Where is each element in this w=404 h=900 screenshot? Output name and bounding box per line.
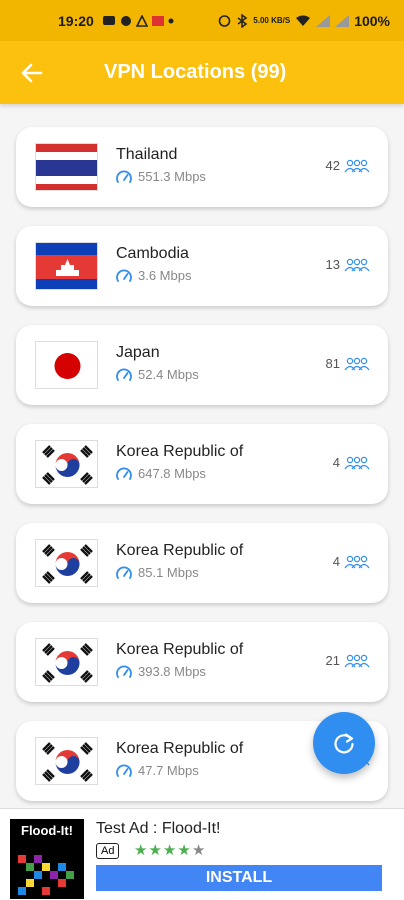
country-name: Japan [116, 344, 160, 361]
ad-app-icon[interactable]: Flood-It! [10, 819, 84, 899]
speed-row: 52.4 Mbps [116, 367, 199, 382]
status-time: 19:20 [58, 12, 94, 29]
korea-flag [35, 737, 98, 785]
cambodia-flag [35, 242, 98, 290]
country-name: Cambodia [116, 245, 189, 262]
user-count-value: 4 [332, 455, 340, 470]
ad-badge: Ad [96, 843, 120, 859]
user-count: 4 [333, 554, 370, 569]
korea-flag [35, 638, 98, 686]
user-count: 13 [326, 257, 370, 272]
users-icon [344, 258, 370, 272]
speed-row: 3.6 Mbps [116, 268, 191, 283]
speed-value: 85.1 Mbps [138, 565, 199, 580]
thailand-flag [35, 143, 98, 191]
users-icon [344, 159, 370, 173]
speedometer-icon [116, 665, 132, 679]
speedometer-icon [116, 170, 132, 184]
speed-value: 52.4 Mbps [138, 367, 199, 382]
ad-title: Test Ad : Flood-It! [96, 820, 221, 837]
flag-icon [151, 15, 164, 26]
speed-row: 393.8 Mbps [116, 664, 243, 679]
refresh-icon [334, 733, 354, 754]
star-icon: ★ [134, 842, 149, 859]
japan-flag [35, 341, 98, 389]
speed-value: 3.6 Mbps [138, 268, 192, 283]
back-button[interactable] [0, 41, 64, 104]
location-card[interactable]: Korea Republic of 393.8 Mbps 21 [16, 622, 388, 702]
ad-pixel-art [18, 855, 74, 895]
speed-value: 647.8 Mbps [138, 466, 206, 481]
speedometer-icon [116, 269, 132, 283]
network-speed: 5.00 KB/S [253, 15, 291, 25]
ad-brand: Flood-It! [21, 823, 73, 838]
star-icon: ★ [148, 842, 163, 859]
signal-icon [316, 14, 331, 27]
user-count-value: 42 [325, 158, 340, 173]
country-name: Korea Republic of [116, 740, 244, 757]
users-icon [344, 555, 370, 569]
country-name: Korea Republic of [116, 542, 244, 559]
user-count: 4 [333, 455, 370, 470]
location-card[interactable]: Thailand 551.3 Mbps 42 [16, 127, 388, 207]
user-count-value: 4 [332, 554, 340, 569]
alert-icon [135, 14, 148, 27]
ad-rating: ★★★★★ [134, 841, 206, 859]
location-card[interactable]: Korea Republic of 647.8 Mbps 4 [16, 424, 388, 504]
speed-value: 551.3 Mbps [138, 169, 206, 184]
location-card[interactable]: Cambodia 3.6 Mbps 13 [16, 226, 388, 306]
users-icon [344, 456, 370, 470]
status-bar: 19:20 5.00 KB/S 100% [0, 0, 404, 41]
location-list[interactable]: Thailand 551.3 Mbps 42 Cambodia 3.6 Mbps 13 Ja… [0, 104, 404, 808]
bluetooth-icon [237, 13, 248, 28]
country-name: Korea Republic of [116, 641, 244, 658]
korea-flag [35, 539, 98, 587]
app-bar: VPN Locations (99) [0, 41, 404, 104]
signal-icon-2 [335, 14, 350, 27]
country-name: Korea Republic of [116, 443, 244, 460]
game-icon [120, 15, 131, 26]
ad-banner[interactable]: Flood-It! Test Ad : Flood-It! Ad ★★★★★ I… [0, 808, 404, 900]
chat-icon [102, 15, 115, 25]
star-icon: ★ [177, 842, 192, 859]
user-count-value: 81 [325, 356, 340, 371]
battery-level: 100% [354, 12, 390, 29]
users-icon [344, 654, 370, 668]
arrow-back-icon [21, 63, 43, 82]
install-button[interactable]: INSTALL [96, 865, 382, 891]
speedometer-icon [116, 566, 132, 580]
users-icon [344, 357, 370, 371]
user-count: 81 [326, 356, 370, 371]
star-icon: ★ [162, 842, 178, 859]
speed-row: 85.1 Mbps [116, 565, 243, 580]
user-count-value: 13 [325, 257, 340, 272]
user-count-value: 21 [325, 653, 340, 668]
speed-row: 47.7 Mbps [116, 763, 243, 778]
wifi-icon [296, 15, 311, 26]
korea-flag [35, 440, 98, 488]
user-count: 21 [326, 653, 370, 668]
dot-icon [168, 18, 174, 23]
refresh-button[interactable] [313, 712, 375, 774]
alarm-icon [218, 15, 231, 27]
speedometer-icon [116, 764, 132, 778]
location-card[interactable]: Korea Republic of 85.1 Mbps 4 [16, 523, 388, 603]
speed-value: 47.7 Mbps [138, 763, 199, 778]
system-icons: 5.00 KB/S 100% [218, 13, 390, 29]
user-count: 42 [326, 158, 370, 173]
star-icon: ★ [191, 842, 207, 859]
country-name: Thailand [116, 146, 178, 163]
speedometer-icon [116, 368, 132, 382]
speed-row: 647.8 Mbps [116, 466, 243, 481]
location-card[interactable]: Japan 52.4 Mbps 81 [16, 325, 388, 405]
speedometer-icon [116, 467, 132, 481]
notification-icons [102, 14, 174, 27]
speed-row: 551.3 Mbps [116, 169, 206, 184]
page-title: VPN Locations (99) [104, 61, 287, 83]
speed-value: 393.8 Mbps [138, 664, 206, 679]
